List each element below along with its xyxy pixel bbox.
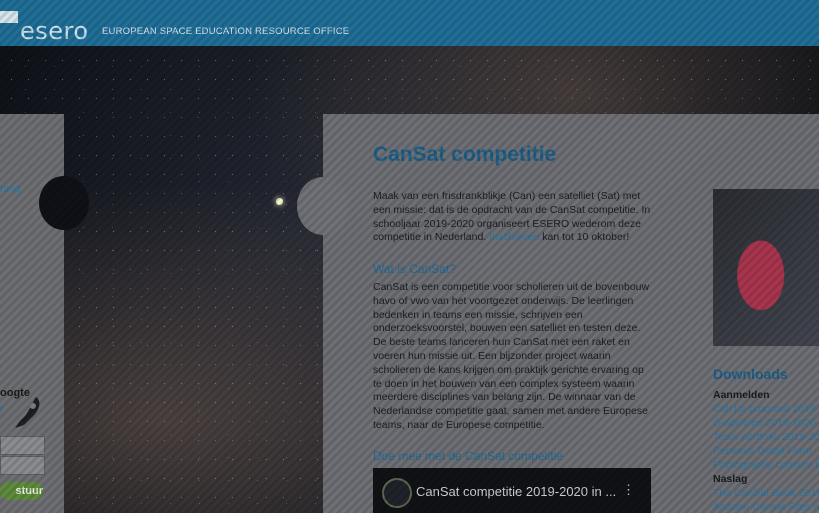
cansat-photo [713,189,819,346]
site-header: esero EUROPEAN SPACE EDUCATION RESOURCE … [0,0,819,46]
esero-logo[interactable]: esero [0,3,110,45]
main-card-notch [297,177,349,235]
download-link[interactable]: Photography consent fo... [713,459,819,471]
downloads-label-naslag: Naslag [713,473,748,485]
newsletter-name-field[interactable] [0,436,45,455]
site-tagline: EUROPEAN SPACE EDUCATION RESOURCE OFFICE [102,26,350,37]
intro-tail: kan tot 10 oktober! [542,231,630,244]
sidebar-link-fragment[interactable]: ning [0,183,21,195]
eu-flag-icon [0,11,18,23]
newsletter-submit-button[interactable]: stuur [0,482,43,500]
download-link[interactable]: Personal Detail Form [713,445,812,457]
download-link[interactable]: Call for proposal 2019-2... [713,403,819,415]
planet-dot [276,198,283,205]
page-title: CanSat competitie [373,143,557,166]
more-options-icon[interactable]: ⋮ [622,482,635,498]
download-link[interactable]: The CanSat Book 2018-... [713,487,819,499]
download-link[interactable]: Team portfolio 2019-20... [713,431,819,443]
intro-paragraph: Maak van een frisdrankblikje (Can) een s… [373,190,655,245]
downloads-label-aanmelden: Aanmelden [713,389,770,401]
section-heading-join[interactable]: Doe mee met de CanSat competitie [373,449,563,463]
download-link[interactable]: Arduino Cansat Files re... [713,501,819,513]
section-heading-what[interactable]: Wat is CanSat? [373,262,456,276]
downloads-heading: Downloads [713,366,788,382]
body-paragraph: CanSat is een competitie voor scholieren… [373,281,650,431]
logo-text: esero [20,17,89,45]
video-title[interactable]: CanSat competitie 2019-2020 in ... [416,484,616,499]
newsletter-email-field[interactable] [0,456,45,475]
channel-avatar-icon[interactable] [382,478,412,508]
register-link[interactable]: Inschrijven [489,231,539,243]
download-link[interactable]: Guidelines 2019-2020 [713,417,816,429]
sidebar-link-fragment-2[interactable]: r [0,404,4,416]
left-card-notch [39,176,89,230]
rocket-icon [15,397,40,428]
